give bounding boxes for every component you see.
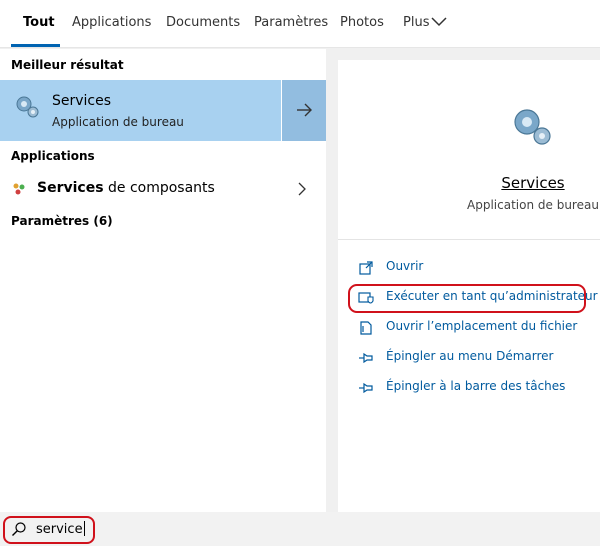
tab-applications[interactable]: Applications <box>72 15 151 30</box>
tab-photos[interactable]: Photos <box>340 15 384 30</box>
action-open-location[interactable]: Ouvrir l’emplacement du fichier <box>358 317 598 339</box>
tab-tout[interactable]: Tout <box>23 15 55 30</box>
tab-plus[interactable]: Plus <box>403 15 429 30</box>
search-input[interactable]: service <box>36 521 85 537</box>
arrow-right-icon <box>297 103 312 117</box>
results-panel: Meilleur résultat Services Application d… <box>0 49 326 512</box>
apps-header: Applications <box>11 149 95 163</box>
chevron-right-icon[interactable] <box>296 181 308 197</box>
tab-documents[interactable]: Documents <box>166 15 240 30</box>
component-services-icon <box>13 183 25 195</box>
pin-icon <box>359 382 373 394</box>
open-icon <box>359 261 373 275</box>
pin-icon <box>359 352 373 364</box>
app-item-label: Services de composants <box>37 180 215 196</box>
preview-title[interactable]: Services <box>458 174 600 192</box>
tab-parametres[interactable]: Paramètres <box>254 15 328 30</box>
action-open[interactable]: Ouvrir <box>358 257 598 279</box>
preview-subtitle: Application de bureau <box>467 198 599 212</box>
chevron-down-icon[interactable] <box>430 16 448 28</box>
text-caret <box>83 521 85 536</box>
divider <box>338 239 600 240</box>
action-pin-start[interactable]: Épingler au menu Démarrer <box>358 347 598 369</box>
settings-header[interactable]: Paramètres (6) <box>11 214 113 228</box>
action-pin-taskbar[interactable]: Épingler à la barre des tâches <box>358 377 598 399</box>
search-tabs: Tout Applications Documents Paramètres P… <box>0 0 600 48</box>
search-icon <box>12 522 26 536</box>
folder-icon <box>360 321 372 335</box>
open-preview-button[interactable] <box>282 80 326 141</box>
best-match-item[interactable]: Services Application de bureau <box>0 80 281 141</box>
best-match-header: Meilleur résultat <box>11 58 124 72</box>
shield-admin-icon <box>358 292 374 304</box>
best-match-title: Services <box>52 93 112 109</box>
active-tab-indicator <box>11 44 60 47</box>
action-run-as-admin[interactable]: Exécuter en tant qu’administrateur <box>358 287 598 309</box>
search-bar[interactable]: service <box>0 512 600 546</box>
list-item[interactable]: Services de composants <box>0 173 326 205</box>
best-match-subtitle: Application de bureau <box>52 115 184 129</box>
services-gear-icon <box>16 96 39 118</box>
services-gear-icon <box>514 109 551 145</box>
preview-panel: Services Application de bureau Ouvrir Ex… <box>338 60 600 512</box>
